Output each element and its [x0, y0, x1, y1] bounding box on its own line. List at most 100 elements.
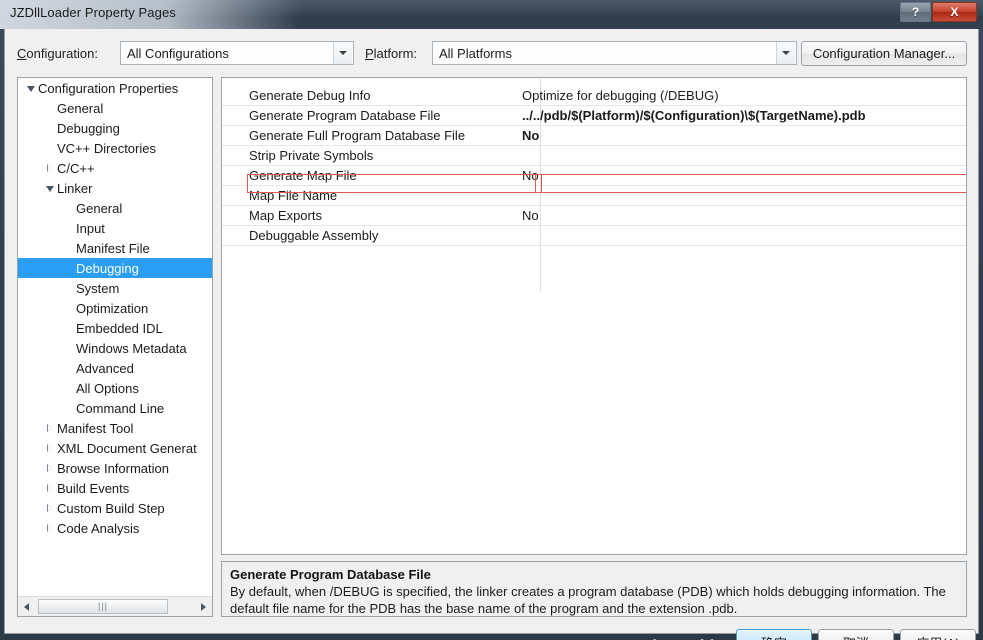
apply-button[interactable]: 应用(A): [900, 629, 976, 640]
chevron-expanded-icon[interactable]: [43, 185, 57, 192]
tree-horizontal-scrollbar[interactable]: |||: [18, 596, 212, 616]
property-pages-window: JZDllLoader Property Pages ? X Configura…: [0, 0, 983, 640]
tree-item-label: VC++ Directories: [57, 140, 156, 156]
description-title: Generate Program Database File: [230, 567, 431, 582]
configuration-properties-tree: Configuration Properties General Debugging…: [17, 77, 213, 617]
tree-item-label: Linker: [57, 180, 93, 196]
title-bar: JZDllLoader Property Pages ? X: [0, 0, 983, 29]
property-value[interactable]: ../../pdb/$(Platform)/$(Configuration)\$…: [514, 108, 966, 123]
description-body: By default, when /DEBUG is specified, th…: [230, 584, 946, 616]
tree-item-command-line[interactable]: Command Line: [18, 398, 212, 418]
scrollbar-track[interactable]: |||: [35, 597, 195, 616]
property-value[interactable]: No: [514, 168, 966, 183]
tree-item-label: Configuration Properties: [38, 80, 179, 96]
configuration-manager-button[interactable]: Configuration Manager...: [801, 41, 967, 66]
chevron-down-icon[interactable]: [333, 42, 352, 64]
cancel-button[interactable]: 取消: [818, 629, 894, 640]
chevron-down-icon[interactable]: [776, 42, 795, 64]
window-title: JZDllLoader Property Pages: [10, 5, 176, 20]
property-row[interactable]: Map File Name: [222, 186, 966, 206]
tree-item-all-options[interactable]: All Options: [18, 378, 212, 398]
caption-buttons: ? X: [900, 2, 977, 22]
tree-item-label: Debugging: [57, 120, 120, 136]
close-button[interactable]: X: [932, 2, 977, 22]
property-row[interactable]: Strip Private Symbols: [222, 146, 966, 166]
tree-item-label: All Options: [76, 380, 139, 396]
scroll-left-arrow-icon[interactable]: [18, 597, 35, 616]
configuration-toolbar: Configuration: All Configurations Platfo…: [17, 41, 967, 67]
chevron-expanded-icon[interactable]: [24, 85, 38, 92]
chevron-collapsed-icon[interactable]: [43, 504, 57, 512]
property-row[interactable]: Debuggable Assembly: [222, 226, 966, 246]
tree-item-label: Browse Information: [57, 460, 169, 476]
chevron-collapsed-icon[interactable]: [43, 424, 57, 432]
tree-item-label: System: [76, 280, 120, 296]
tree-item-code-analysis[interactable]: Code Analysis: [18, 518, 212, 538]
configuration-value: All Configurations: [127, 45, 229, 61]
tree-item-debugging[interactable]: Debugging: [18, 118, 212, 138]
tree-item-manifest-tool[interactable]: Manifest Tool: [18, 418, 212, 438]
tree-item-label: Embedded IDL: [76, 320, 163, 336]
tree-item-input[interactable]: Input: [18, 218, 212, 238]
tree-item-label: Code Analysis: [57, 520, 140, 536]
platform-label: Platform:: [365, 46, 418, 61]
tree-item-label: Custom Build Step: [57, 500, 165, 516]
scroll-right-arrow-icon[interactable]: [195, 597, 212, 616]
configuration-manager-label: Configuration Manager...: [812, 46, 956, 61]
tree-item-linker[interactable]: Linker: [18, 178, 212, 198]
cancel-button-label: 取消: [843, 633, 869, 640]
tree-item-label: Windows Metadata: [76, 340, 187, 356]
tree-item-label: XML Document Generat: [57, 440, 197, 456]
tree-item-label: General: [57, 100, 104, 116]
property-row[interactable]: Generate Map File No: [222, 166, 966, 186]
ok-button[interactable]: 确定: [736, 629, 812, 640]
configuration-dropdown[interactable]: All Configurations: [120, 41, 354, 65]
tree-item-custom-build-step[interactable]: Custom Build Step: [18, 498, 212, 518]
chevron-collapsed-icon[interactable]: [43, 444, 57, 452]
tree-item-c-c[interactable]: C/C++: [18, 158, 212, 178]
chevron-collapsed-icon[interactable]: [43, 484, 57, 492]
property-grid: Generate Debug Info Optimize for debuggin…: [221, 77, 967, 555]
tree-item-browse-information[interactable]: Browse Information: [18, 458, 212, 478]
tree-item-optimization[interactable]: Optimization: [18, 298, 212, 318]
tree-item-system[interactable]: System: [18, 278, 212, 298]
property-name: Generate Debug Info: [249, 88, 371, 103]
tree-item-label: C/C++: [57, 160, 95, 176]
property-row[interactable]: Generate Full Program Database File No: [222, 126, 966, 146]
tree-item-xml-document-generat[interactable]: XML Document Generat: [18, 438, 212, 458]
property-name: Generate Program Database File: [249, 108, 441, 123]
property-grid-rows: Generate Debug Info Optimize for debuggin…: [222, 86, 966, 246]
platform-value: All Platforms: [439, 45, 512, 61]
property-name: Debuggable Assembly: [249, 228, 379, 243]
chevron-collapsed-icon[interactable]: [43, 524, 57, 532]
tree-item-label: Command Line: [76, 400, 165, 416]
tree-item-debugging[interactable]: Debugging: [18, 258, 212, 278]
property-row[interactable]: Generate Program Database File ../../pdb/…: [222, 106, 966, 126]
scrollbar-thumb[interactable]: |||: [38, 598, 168, 614]
property-value[interactable]: Optimize for debugging (/DEBUG): [514, 88, 966, 103]
tree-item-label: Optimization: [76, 300, 149, 316]
chevron-collapsed-icon[interactable]: [43, 164, 57, 172]
tree-item-label: Debugging: [76, 260, 139, 276]
property-row[interactable]: Map Exports No: [222, 206, 966, 226]
tree-item-advanced[interactable]: Advanced: [18, 358, 212, 378]
tree-item-general[interactable]: General: [18, 98, 212, 118]
tree-item-label: General: [76, 200, 123, 216]
property-name: Generate Full Program Database File: [249, 128, 466, 143]
tree-item-manifest-file[interactable]: Manifest File: [18, 238, 212, 258]
chevron-collapsed-icon[interactable]: [43, 464, 57, 472]
help-button[interactable]: ?: [900, 2, 931, 22]
tree-item-build-events[interactable]: Build Events: [18, 478, 212, 498]
dialog-client-area: Configuration: All Configurations Platfo…: [4, 29, 979, 640]
property-name: Map File Name: [249, 188, 338, 203]
property-value[interactable]: No: [514, 128, 966, 143]
tree-item-label: Manifest Tool: [57, 420, 134, 436]
property-value[interactable]: No: [514, 208, 966, 223]
tree-item-windows-metadata[interactable]: Windows Metadata: [18, 338, 212, 358]
tree-item-configuration-properties[interactable]: Configuration Properties: [18, 78, 212, 98]
property-row[interactable]: Generate Debug Info Optimize for debuggin…: [222, 86, 966, 106]
platform-dropdown[interactable]: All Platforms: [432, 41, 797, 65]
tree-item-vc-directories[interactable]: VC++ Directories: [18, 138, 212, 158]
tree-item-embedded-idl[interactable]: Embedded IDL: [18, 318, 212, 338]
tree-item-general[interactable]: General: [18, 198, 212, 218]
